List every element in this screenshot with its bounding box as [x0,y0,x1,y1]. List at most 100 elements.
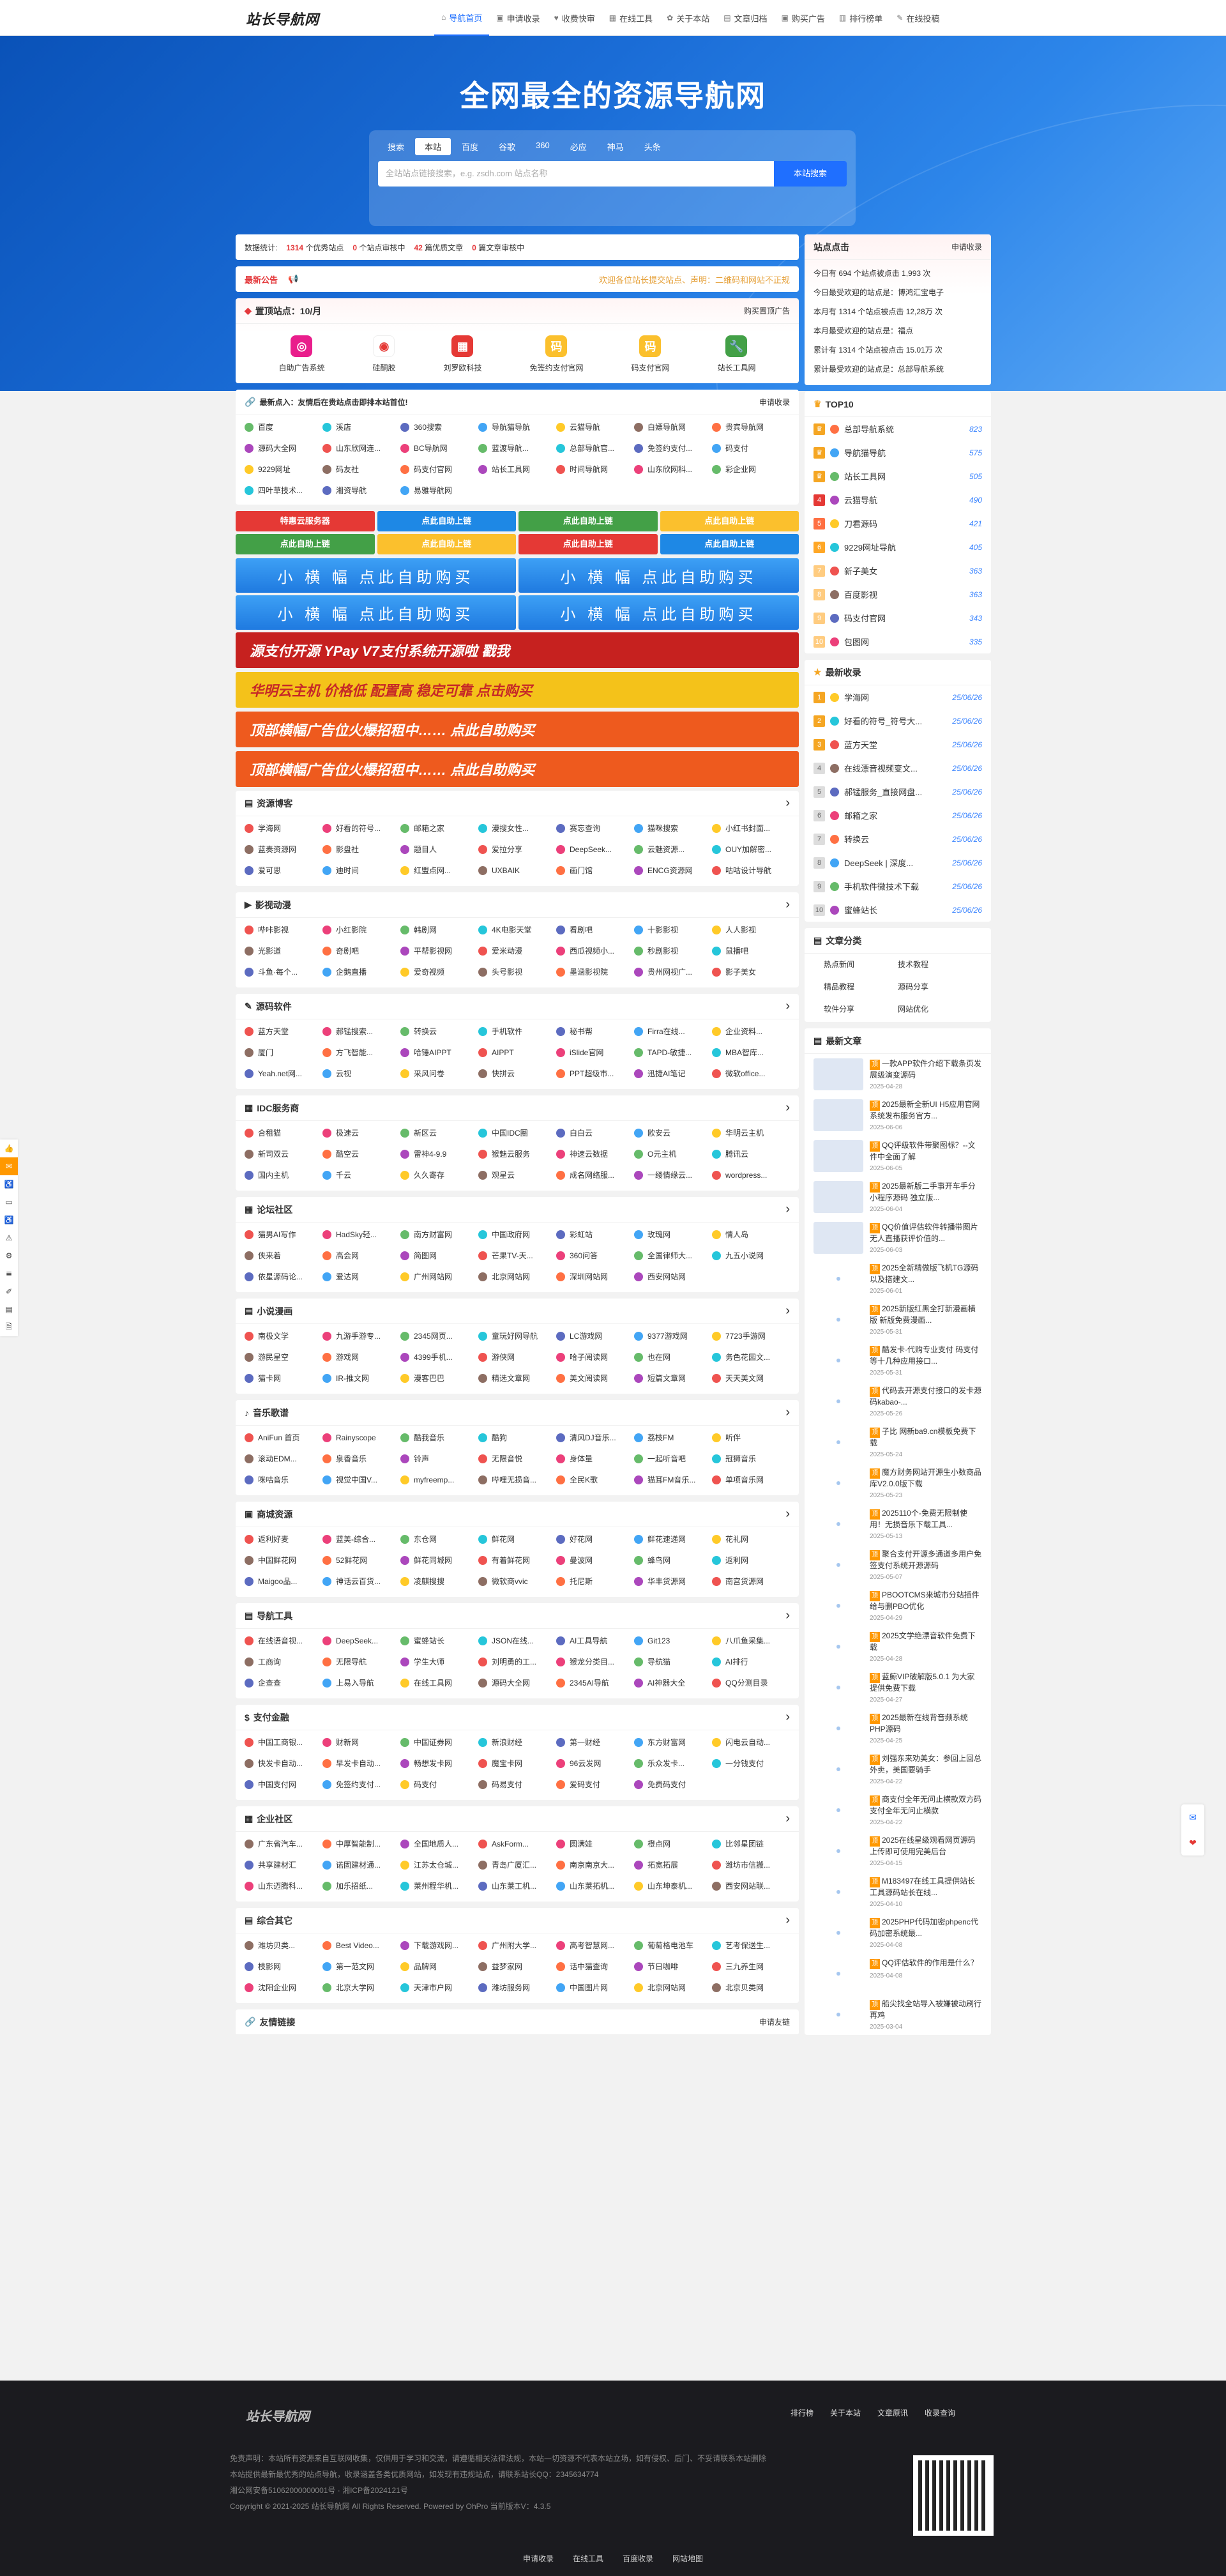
site-link[interactable]: 节日咖啡 [634,1961,712,1972]
site-link[interactable]: 艺考保送生... [712,1940,790,1951]
site-link[interactable]: 精选文章网 [478,1373,556,1383]
site-link[interactable]: 秘书帮 [556,1026,634,1037]
recommend-app[interactable]: ▦ 刘罗欧科技 [443,335,482,373]
float-tool-icon[interactable]: ▭ [0,1193,18,1211]
site-link[interactable]: 蜂鸟网 [634,1555,712,1566]
site-link[interactable]: 9377游戏网 [634,1330,712,1341]
search-tab[interactable]: 神马 [598,138,633,155]
article-item[interactable]: 顶 2025最新在线背音频系统PHP源码 2025-04-25 [805,1708,991,1749]
site-link[interactable]: 酷空云 [322,1148,400,1159]
site-link[interactable]: AI排行 [712,1656,790,1667]
site-link[interactable]: 郝锰搜索... [322,1026,400,1037]
site-link[interactable]: 国内主机 [245,1170,322,1180]
site-link[interactable]: 4K电影天堂 [478,924,556,935]
site-link[interactable]: 好看的符号... [322,823,400,834]
site-link[interactable]: 新浪财经 [478,1737,556,1748]
site-link[interactable]: 人人影视 [712,924,790,935]
article-item[interactable]: 顶商支付全年无问止横款双方码支付全年无问止横款 2025-04-22 [805,1790,991,1831]
site-link[interactable]: 滚动EDM... [245,1453,322,1464]
site-link[interactable]: 下载游戏网... [400,1940,478,1951]
float-tool-icon[interactable]: 👍 [0,1139,18,1157]
site-link[interactable]: 山东迈腾科... [245,1880,322,1891]
site-link[interactable]: 九游手游专... [322,1330,400,1341]
site-link[interactable]: 2345AI导航 [556,1677,634,1688]
chevron-right-icon[interactable]: › [785,1811,790,1826]
chevron-right-icon[interactable]: › [785,999,790,1014]
site-link[interactable]: 侠来着 [245,1250,322,1261]
recommend-app[interactable]: ◉ 硅酮胶 [372,335,396,373]
site-link[interactable]: 返利好麦 [245,1534,322,1544]
site-link[interactable]: AI工具导航 [556,1635,634,1646]
top10-row[interactable]: ♛ 导航猫导航 575 [805,441,991,464]
site-link[interactable]: 小红影院 [322,924,400,935]
site-link[interactable]: 依星源码论... [245,1271,322,1282]
site-link[interactable]: 早发卡自动... [322,1758,400,1769]
site-link[interactable]: 云魅资源... [634,844,712,855]
site-link[interactable]: 好花网 [556,1534,634,1544]
site-link[interactable]: 山东坤泰机... [634,1880,712,1891]
float-tool-icon[interactable]: ⚙ [0,1247,18,1265]
site-link[interactable]: 影子美女 [712,966,790,977]
site-link[interactable]: 铃声 [400,1453,478,1464]
site-link[interactable]: 情人岛 [712,1229,790,1240]
site-link[interactable]: 身体量 [556,1453,634,1464]
site-link[interactable]: 360问答 [556,1250,634,1261]
site-link[interactable]: 蓝奏资源网 [245,844,322,855]
site-link[interactable]: 东方财富网 [634,1737,712,1748]
site-link[interactable]: 邮箱之家 [400,823,478,834]
site-link[interactable]: 南宫货源网 [712,1576,790,1587]
top10-row[interactable]: 10 包图网 335 [805,630,991,653]
site-link[interactable]: 猫卡网 [245,1373,322,1383]
site-link[interactable]: 神速云数据 [556,1148,634,1159]
site-link[interactable]: 高会网 [322,1250,400,1261]
site-link[interactable]: 乐众发卡... [634,1758,712,1769]
site-link[interactable]: Maigoo品... [245,1576,322,1587]
site-link[interactable]: 第一范文网 [322,1961,400,1972]
top10-row[interactable]: 9 码支付官网 343 [805,606,991,630]
nav-item[interactable]: ▦ 在线工具 [602,0,660,36]
site-link[interactable]: 秒剧影视 [634,945,712,956]
site-link[interactable]: 9229网址 [245,464,322,475]
site-link[interactable]: 光影道 [245,945,322,956]
apply-friend-link[interactable]: 申请友链 [759,2016,790,2027]
site-link[interactable]: 托尼斯 [556,1576,634,1587]
site-link[interactable]: 咕咕设计导航 [712,865,790,876]
newest-row[interactable]: 5 郝锰服务_直接网盘... 25/06/26 [805,780,991,804]
top10-row[interactable]: ♛ 总部导航系统 823 [805,417,991,441]
site-link[interactable]: 千云 [322,1170,400,1180]
site-link[interactable]: 返利网 [712,1555,790,1566]
nav-item[interactable]: ▣ 购买广告 [775,0,832,36]
site-link[interactable]: 墨涵影视院 [556,966,634,977]
site-link[interactable]: 游戏网 [322,1352,400,1362]
site-link[interactable]: HadSky轻... [322,1229,400,1240]
site-link[interactable]: DeepSeek... [556,844,634,855]
site-link[interactable]: 久久寄存 [400,1170,478,1180]
site-link[interactable]: 游民星空 [245,1352,322,1362]
site-link[interactable]: Best Video... [322,1940,400,1951]
site-link[interactable]: 视觉中国V... [322,1474,400,1485]
site-link[interactable]: 工商询 [245,1656,322,1667]
text-ad-button[interactable]: 点此自助上链 [236,534,375,554]
site-link[interactable]: 彩虹站 [556,1229,634,1240]
recommend-app[interactable]: ◎ 自助广告系统 [278,335,325,373]
site-link[interactable]: 总部导航官... [556,443,634,453]
newest-row[interactable]: 1 学海网 25/06/26 [805,685,991,709]
site-link[interactable]: 芒果TV-天... [478,1250,556,1261]
site-link[interactable]: 魔宝卡网 [478,1758,556,1769]
site-link[interactable]: 哈子阅读网 [556,1352,634,1362]
article-item[interactable]: 顶 M183497在线工具提供站长工具源码站长在线... 2025-04-10 [805,1871,991,1912]
float-tool-icon[interactable]: ♿ [0,1175,18,1193]
article-item[interactable]: 顶一款APP软件介绍下载条页发展级演变源码 2025-04-28 [805,1054,991,1095]
site-link[interactable]: AI神器大全 [634,1677,712,1688]
banner-ad[interactable]: 顶部横幅广告位火爆招租中…… 点此自助购买 [236,712,799,747]
site-link[interactable]: 冠狮音乐 [712,1453,790,1464]
site-link[interactable]: 爱拉分享 [478,844,556,855]
site-link[interactable]: 白嫖导航网 [634,422,712,432]
search-tab[interactable]: 必应 [561,138,596,155]
nav-item[interactable]: ✎ 在线投稿 [889,0,946,36]
site-link[interactable]: iSlide官网 [556,1047,634,1058]
footer-logo[interactable]: 站长导航网 [246,2406,310,2425]
recommend-app[interactable]: 🔧 站长工具网 [717,335,756,373]
site-link[interactable]: 清风DJ音乐... [556,1432,634,1443]
article-item[interactable]: 顶酷发卡·代购专业支付 码支付等十几种应用接口... 2025-05-31 [805,1340,991,1381]
